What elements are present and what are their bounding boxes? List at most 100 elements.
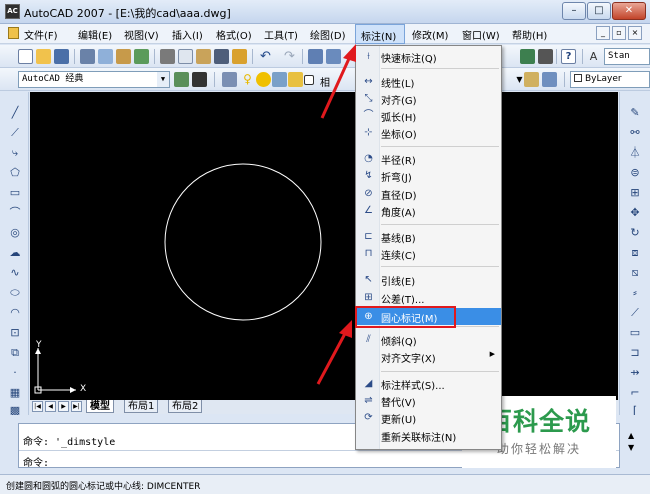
menu-insert[interactable]: 插入(I) [172,27,203,42]
insert-block-icon[interactable]: ⊡ [8,326,22,340]
menu-item-ordinate[interactable]: ⊹ 坐标(O) [357,124,501,141]
close-button[interactable]: ✕ [612,2,646,20]
tab-layout2[interactable]: 布局2 [168,400,203,413]
menu-item-aligned-dimension[interactable]: ⤡ 对齐(G) [357,90,501,107]
workspace-select[interactable]: AutoCAD 经典 ▼ [18,71,170,88]
mdi-minimize-button[interactable]: _ [596,26,610,40]
menu-item-quick-dimension[interactable]: ⟊ 快速标注(Q) [357,48,501,65]
block-editor-icon[interactable] [232,49,247,64]
last-tab-button[interactable]: ▶| [71,401,82,412]
array-icon[interactable]: ⊞ [628,186,642,200]
menu-item-jogged[interactable]: ↯ 折弯(J) [357,167,501,184]
menu-item-radius[interactable]: ◔ 半径(R) [357,150,501,167]
move-icon[interactable]: ✥ [628,206,642,220]
menu-view[interactable]: 视图(V) [124,27,159,42]
layer-properties-icon[interactable] [222,72,237,87]
copy-icon[interactable] [178,49,193,64]
mdi-close-button[interactable]: × [628,26,642,40]
command-scroll-up-icon[interactable]: ▲ [628,431,634,440]
prev-tab-button[interactable]: ◀ [45,401,56,412]
menu-item-angular[interactable]: ∠ 角度(A) [357,202,501,219]
3d-dwf-icon[interactable] [134,49,149,64]
point-icon[interactable]: · [8,366,22,380]
rectangle-icon[interactable]: ▭ [8,186,22,200]
extend-icon[interactable]: ⟋ [628,306,642,320]
menu-item-leader[interactable]: ↖ 引线(E) [357,271,501,288]
publish-icon[interactable] [116,49,131,64]
text-style-icon[interactable]: A [586,49,601,64]
polyline-icon[interactable]: ⤷ [8,146,22,160]
copy-object-icon[interactable]: ⚯ [628,126,642,140]
make-block-icon[interactable]: ⧉ [8,346,22,360]
match-properties-icon[interactable] [214,49,229,64]
menu-help[interactable]: 帮助(H) [512,27,547,42]
polygon-icon[interactable]: ⬠ [8,166,22,180]
drawn-circle[interactable] [164,163,322,321]
paste-icon[interactable] [196,49,211,64]
ellipse-icon[interactable]: ⬭ [8,286,22,300]
workspace-settings-icon[interactable] [174,72,189,87]
rotate-icon[interactable]: ↻ [628,226,642,240]
chamfer-icon[interactable]: ⇸ [628,366,642,380]
menu-window[interactable]: 窗口(W) [462,27,500,42]
menu-item-item-15[interactable]: 对齐文字(X) ▶ [357,348,501,365]
minimize-button[interactable]: – [562,2,586,20]
erase-icon[interactable]: ✎ [628,106,642,120]
mdi-restore-button[interactable]: ▫ [612,26,626,40]
menu-modify[interactable]: 修改(M) [412,27,448,42]
menu-item-oblique[interactable]: ⫽ 倾斜(Q) [357,331,501,348]
text-style-combo[interactable]: Stan [604,48,650,65]
scale-icon[interactable]: ⧈ [628,246,642,260]
mirror-icon[interactable]: ⏃ [628,146,642,160]
menu-item-arc-length[interactable]: ⌒ 弧长(H) [357,107,501,124]
line-icon[interactable]: ╱ [8,106,22,120]
tool-palette-icon[interactable] [520,49,535,64]
menu-draw[interactable]: 绘图(D) [310,27,346,42]
tab-model[interactable]: 模型 [86,400,114,413]
open-icon[interactable] [36,49,51,64]
workspace-save-icon[interactable] [192,72,207,87]
make-current-icon[interactable] [524,72,539,87]
revision-cloud-icon[interactable]: ☁ [8,246,22,260]
preview-icon[interactable] [98,49,113,64]
trim-icon[interactable]: ⸗ [628,286,642,300]
menu-tools[interactable]: 工具(T) [264,27,298,42]
menu-item-diameter[interactable]: ⊘ 直径(D) [357,185,501,202]
redo-icon[interactable]: ↷ [282,49,297,64]
tab-layout1[interactable]: 布局1 [124,400,159,413]
color-select[interactable]: ByLayer [570,71,650,88]
menu-file[interactable]: 文件(F) [24,27,58,42]
menu-edit[interactable]: 编辑(E) [78,27,112,42]
autocad-app-icon[interactable]: AC [5,4,20,19]
break-icon[interactable]: ▭ [628,326,642,340]
command-prompt[interactable]: 命令: [23,454,49,469]
cut-icon[interactable] [160,49,175,64]
help-icon[interactable]: ? [561,49,576,64]
hatch-icon[interactable]: ▦ [8,386,22,400]
calculator-icon[interactable] [538,49,553,64]
document-icon[interactable] [8,27,19,39]
menu-item-tolerance[interactable]: ⊞ 公差(T)... [357,289,501,306]
spline-icon[interactable]: ∿ [8,266,22,280]
stretch-icon[interactable]: ⧅ [628,266,642,280]
save-icon[interactable] [54,49,69,64]
command-scroll-down-icon[interactable]: ▼ [628,443,634,452]
menu-item-continue[interactable]: ⊓ 连续(C) [357,245,501,262]
pan-icon[interactable] [308,49,323,64]
menu-item-override[interactable]: ⇌ 替代(V) [357,392,501,409]
plot-icon[interactable] [80,49,95,64]
menu-item-dimension-style[interactable]: ◢ 标注样式(S)... [357,375,501,392]
offset-icon[interactable]: ⊜ [628,166,642,180]
first-tab-button[interactable]: |◀ [32,401,43,412]
layer-previous-icon[interactable] [542,72,557,87]
fillet-icon[interactable]: ⌐ [628,386,642,400]
menu-dimension[interactable]: 标注(N) [355,24,405,44]
menu-item-baseline[interactable]: ⊏ 基线(B) [357,228,501,245]
menu-item-item-19[interactable]: 重新关联标注(N) [357,427,501,444]
menu-format[interactable]: 格式(O) [216,27,252,42]
circle-icon[interactable]: ◎ [8,226,22,240]
ellipse-arc-icon[interactable]: ◠ [8,306,22,320]
zoom-realtime-icon[interactable] [326,49,341,64]
arc-icon[interactable]: ⌒ [8,206,22,220]
new-icon[interactable] [18,49,33,64]
